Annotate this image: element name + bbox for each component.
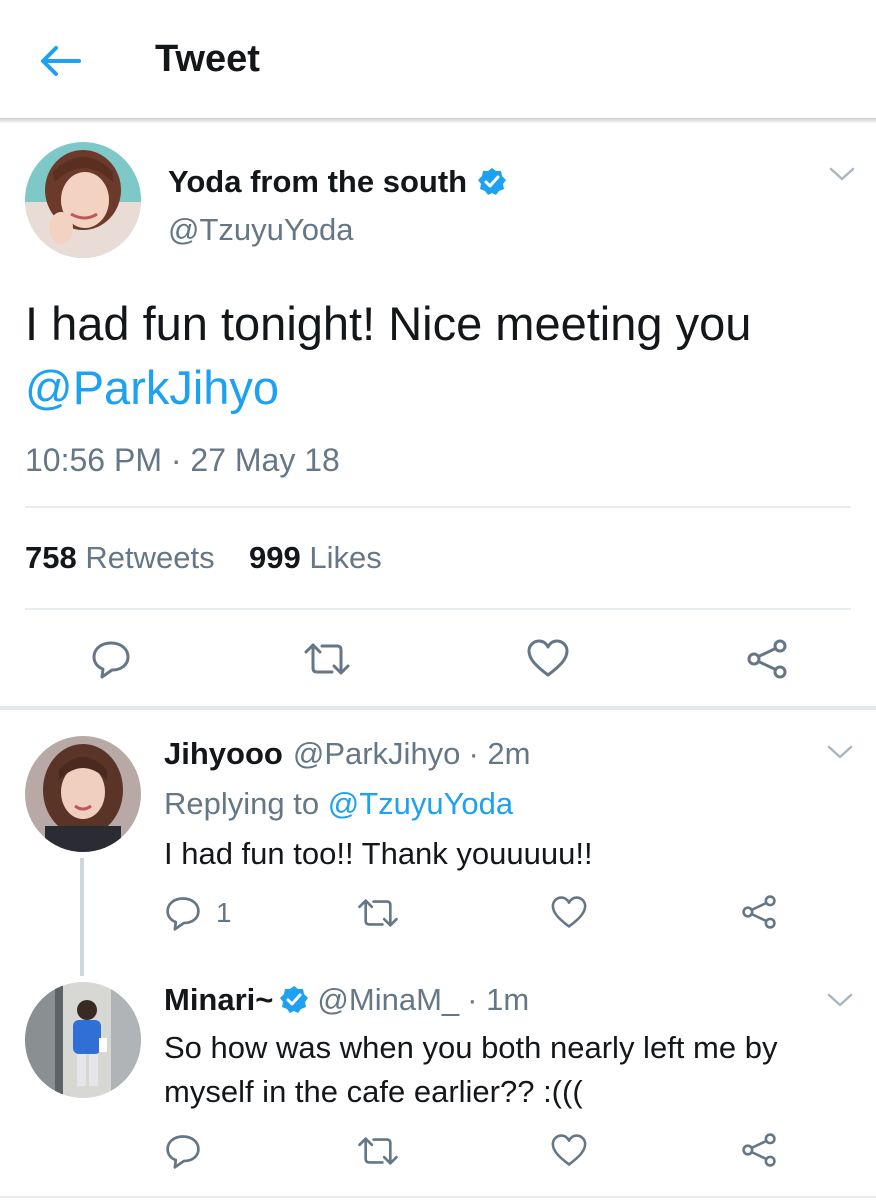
- tweet-text: I had fun tonight! Nice meeting you @Par…: [25, 292, 855, 420]
- reply-header: Minari~ @MinaM_ · 1m: [164, 980, 529, 1020]
- replying-to: Replying to @TzuyuYoda: [164, 782, 513, 826]
- heart-icon: [551, 896, 587, 928]
- divider: [0, 1196, 876, 1198]
- reply-header: Jihyooo @ParkJihyo · 2m: [164, 734, 530, 774]
- avatar-photo-image: [25, 982, 141, 1098]
- reply-handle[interactable]: @ParkJihyo: [293, 734, 461, 774]
- reply-handle[interactable]: @MinaM_: [317, 980, 459, 1020]
- like-button[interactable]: [526, 638, 570, 678]
- retweets-label: Retweets: [85, 540, 215, 575]
- author-handle[interactable]: @TzuyuYoda: [168, 210, 353, 250]
- reply-icon: [166, 897, 200, 931]
- tweet-text-body: I had fun tonight! Nice meeting you: [25, 297, 752, 350]
- reply-button[interactable]: [164, 1132, 202, 1170]
- top-app-bar: Tweet: [0, 0, 876, 120]
- reply-avatar[interactable]: [25, 736, 141, 852]
- reply-button[interactable]: 1: [164, 894, 232, 932]
- retweet-button[interactable]: [356, 896, 400, 930]
- reply-icon: [166, 1135, 200, 1169]
- replying-to-mention[interactable]: @TzuyuYoda: [328, 786, 513, 821]
- reply-count: 1: [216, 897, 232, 928]
- avatar-portrait-image: [25, 142, 141, 258]
- reply-text: I had fun too!! Thank youuuuu!!: [164, 836, 593, 871]
- page-title: Tweet: [155, 38, 260, 80]
- mention-link[interactable]: @ParkJihyo: [25, 361, 279, 414]
- likes-stat[interactable]: 999 Likes: [249, 540, 382, 575]
- thread-connector-line: [80, 858, 84, 976]
- likes-count: 999: [249, 540, 301, 575]
- reply-display-name[interactable]: Minari~: [164, 980, 273, 1020]
- reply-icon: [92, 641, 130, 679]
- reply-options-button[interactable]: [826, 990, 854, 1015]
- author-display-name[interactable]: Yoda from the south: [168, 162, 467, 202]
- share-icon: [742, 1133, 776, 1167]
- reply-button[interactable]: [90, 638, 132, 680]
- arrow-left-icon: [41, 46, 81, 76]
- chevron-down-icon: [827, 993, 853, 1007]
- verified-badge-icon: [478, 168, 507, 195]
- avatar-portrait-image: [25, 736, 141, 852]
- like-button[interactable]: [550, 895, 588, 929]
- retweet-button[interactable]: [356, 1134, 400, 1168]
- retweet-icon: [358, 1137, 398, 1165]
- share-button[interactable]: [740, 1132, 778, 1168]
- share-button[interactable]: [740, 894, 778, 930]
- heart-icon: [527, 639, 569, 677]
- reply-options-button[interactable]: [826, 742, 854, 767]
- chevron-down-icon: [827, 745, 853, 759]
- reply-time: · 1m: [467, 982, 530, 1017]
- chevron-down-icon: [829, 167, 855, 181]
- verified-badge-icon: [280, 986, 309, 1013]
- reply-display-name[interactable]: Jihyooo: [164, 734, 283, 774]
- replying-to-label: Replying to: [164, 786, 320, 821]
- divider: [25, 608, 851, 610]
- divider: [25, 506, 851, 508]
- author-name-row: Yoda from the south: [168, 162, 507, 202]
- retweets-stat[interactable]: 758 Retweets: [25, 540, 215, 575]
- author-avatar[interactable]: [25, 142, 141, 258]
- back-button[interactable]: [36, 38, 84, 84]
- share-icon: [747, 639, 787, 679]
- reply-time: · 2m: [468, 736, 531, 771]
- reply-avatar[interactable]: [25, 982, 141, 1098]
- retweet-icon: [358, 899, 398, 927]
- share-icon: [742, 895, 776, 929]
- reply-text-line-1: So how was when you both nearly left me …: [164, 1030, 778, 1065]
- retweet-button[interactable]: [302, 640, 352, 678]
- likes-label: Likes: [309, 540, 382, 575]
- section-divider: [0, 706, 876, 710]
- header-shadow: [0, 118, 876, 123]
- reply-text-line-2: myself in the cafe earlier?? :(((: [164, 1074, 583, 1109]
- heart-icon: [551, 1134, 587, 1166]
- like-button[interactable]: [550, 1133, 588, 1167]
- retweet-icon: [304, 643, 350, 675]
- retweets-count: 758: [25, 540, 77, 575]
- tweet-stats: 758 Retweets 999 Likes: [25, 538, 382, 578]
- share-button[interactable]: [745, 638, 789, 680]
- tweet-options-button[interactable]: [828, 164, 856, 189]
- tweet-timestamp[interactable]: 10:56 PM · 27 May 18: [25, 440, 340, 480]
